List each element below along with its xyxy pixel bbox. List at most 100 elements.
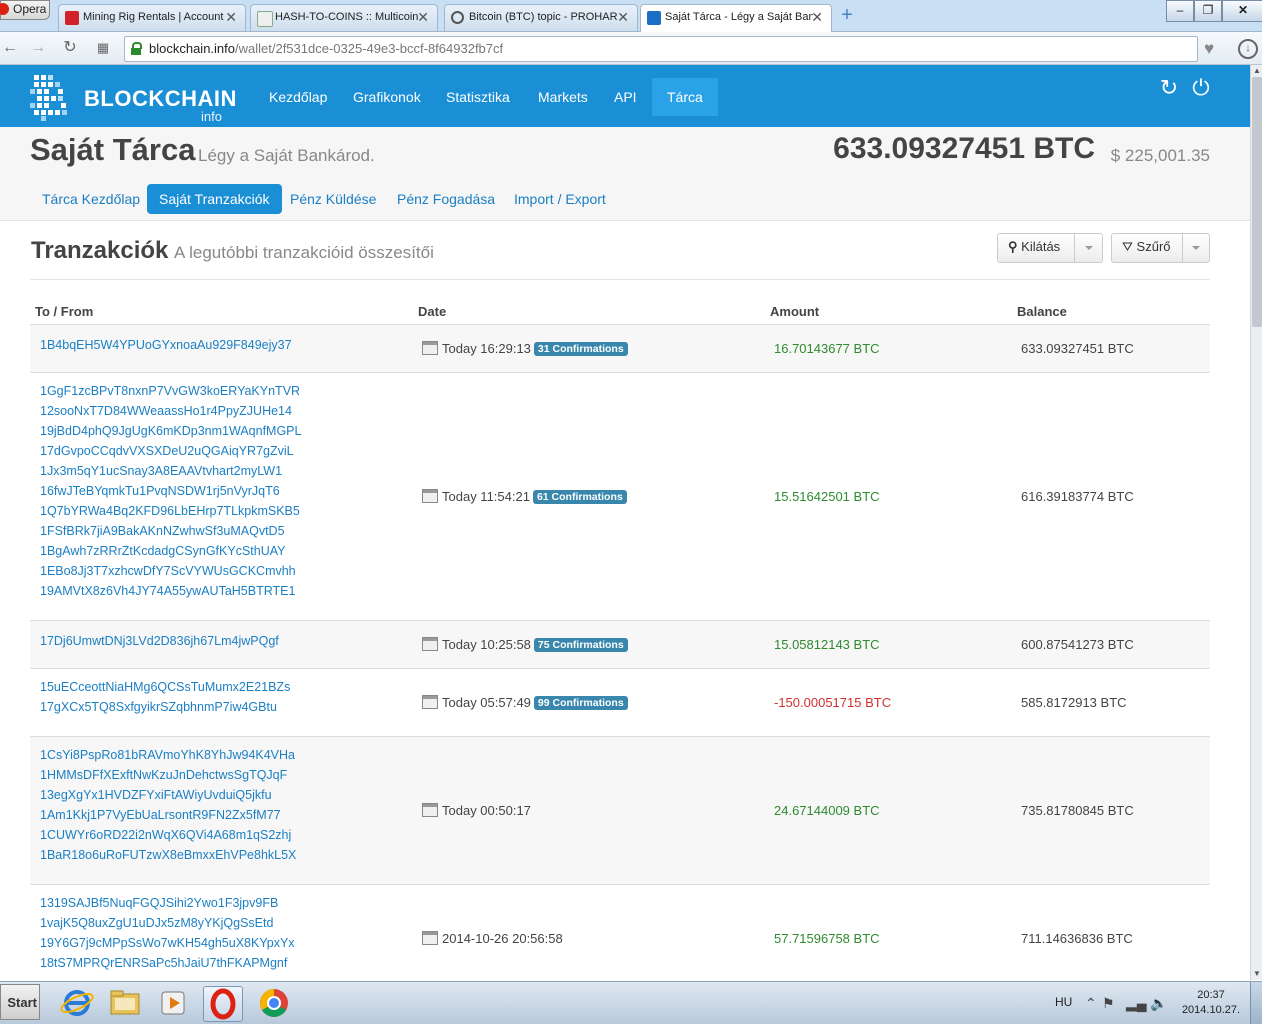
nav-markets[interactable]: Markets bbox=[538, 78, 588, 116]
amount-cell: 16.70143677 BTC bbox=[774, 341, 880, 356]
magnifier-icon: ⚲ bbox=[1008, 239, 1018, 254]
address-link[interactable]: 16fwJTeBYqmkTu1PvqNSDW1rj5nVyrJqT6 bbox=[40, 481, 301, 501]
address-link[interactable]: 1vajK5Q8uxZgU1uDJx5zM8yYKjQgSsEtd bbox=[40, 913, 295, 933]
address-link[interactable]: 13egXgYx1HVDZFYxiFtAWiyUvduiQ5jkfu bbox=[40, 785, 296, 805]
url-field[interactable]: blockchain.info/wallet/2f531dce-0325-49e… bbox=[124, 36, 1198, 62]
back-arrow-icon[interactable]: ← bbox=[0, 39, 20, 57]
browser-tab-bar: Opera Mining Rig Rentals | Account ✕ HAS… bbox=[0, 0, 1262, 32]
address-link[interactable]: 12sooNxT7D84WWeaassHo1r4PpyZJUHe14 bbox=[40, 401, 301, 421]
restore-icon[interactable]: ❐ bbox=[1194, 0, 1222, 22]
power-logout-icon[interactable]: ⏻ bbox=[1190, 77, 1212, 99]
address-link[interactable]: 1GgF1zcBPvT8nxnP7VvGW3koERYaKYnTVR bbox=[40, 381, 301, 401]
show-desktop-button[interactable] bbox=[1250, 982, 1262, 1024]
address-link[interactable]: 1BgAwh7zRRrZtKcdadgCSynGfKYcSthUAY bbox=[40, 541, 301, 561]
subnav-tarca-kezdolap[interactable]: Tárca Kezdőlap bbox=[42, 184, 140, 214]
scroll-up-icon[interactable]: ▲ bbox=[1251, 66, 1262, 76]
volume-speaker-icon[interactable]: 🔈 bbox=[1150, 995, 1167, 1012]
address-link[interactable]: 19jBdD4phQ9JgUgK6mKDp3nm1WAqnfMGPL bbox=[40, 421, 301, 441]
scroll-down-icon[interactable]: ▼ bbox=[1251, 969, 1262, 979]
blockchain-b-logo-icon bbox=[30, 75, 67, 121]
tab-label: Saját Tárca - Légy a Saját Bankárod bbox=[665, 11, 813, 23]
amount-cell: 24.67144009 BTC bbox=[774, 803, 880, 818]
view-button[interactable]: ⚲ Kilátás bbox=[998, 234, 1075, 262]
scrollbar-thumb[interactable] bbox=[1252, 77, 1262, 327]
view-dropdown[interactable]: ⚲ Kilátás bbox=[997, 233, 1103, 263]
nav-grafikonok[interactable]: Grafikonok bbox=[353, 78, 421, 116]
filter-button[interactable]: ⛛ Szűrő bbox=[1112, 234, 1183, 262]
to-from-cell: 1CsYi8PspRo81bRAVmoYhK8YhJw94K4VHa 1HMMsD… bbox=[40, 745, 296, 865]
balance-cell: 616.39183774 BTC bbox=[1021, 489, 1134, 504]
browser-tab-bitcoin-topic[interactable]: Bitcoin (BTC) topic - PROHARDVER ✕ bbox=[444, 4, 638, 31]
language-indicator[interactable]: HU bbox=[1055, 995, 1072, 1009]
date-text: Today 16:29:13 bbox=[442, 341, 531, 356]
view-caret-icon[interactable] bbox=[1076, 234, 1102, 262]
opera-taskbar-icon[interactable] bbox=[203, 986, 243, 1022]
system-clock[interactable]: 20:37 2014.10.27. bbox=[1180, 988, 1242, 1018]
subnav-sajat-tranzakciok[interactable]: Saját Tranzakciók bbox=[147, 184, 282, 214]
internet-explorer-icon[interactable] bbox=[58, 986, 96, 1020]
to-from-cell: 1B4bqEH5W4YPUoGYxnoaAu929F849ejy37 bbox=[40, 335, 292, 355]
address-link[interactable]: 17gXCx5TQ8SxfgyikrSZqbhnmP7iw4GBtu bbox=[40, 697, 290, 717]
address-link[interactable]: 1CUWYr6oRD22i2nWqX6QVi4A68m1qS2zhj bbox=[40, 825, 296, 845]
nav-statisztika[interactable]: Statisztika bbox=[446, 78, 510, 116]
blockchain-logo[interactable]: BLOCKCHAIN info bbox=[30, 73, 236, 124]
close-tab-icon[interactable]: ✕ bbox=[417, 9, 429, 26]
hash-to-coins-favicon-icon bbox=[257, 11, 273, 27]
download-icon[interactable]: ↓ bbox=[1238, 39, 1258, 59]
table-row: 15uECceottNiaHMg6QCSsTuMumx2E21BZs 17gXCx… bbox=[30, 668, 1210, 737]
address-link[interactable]: 1CsYi8PspRo81bRAVmoYhK8YhJw94K4VHa bbox=[40, 745, 296, 765]
address-link[interactable]: 1HMMsDFfXExftNwKzuJnDehctwsSgTQJqF bbox=[40, 765, 296, 785]
opera-menu-button[interactable]: Opera bbox=[0, 0, 50, 20]
close-tab-icon[interactable]: ✕ bbox=[811, 9, 823, 26]
browser-tab-hash-to-coins[interactable]: HASH-TO-COINS :: Multicoin ✕ bbox=[250, 4, 438, 31]
address-link[interactable]: 1319SAJBf5NuqFGQJSihi2Ywo1F3jpv9FB bbox=[40, 893, 295, 913]
address-link[interactable]: 1FSfBRk7jiA9BakAKnNZwhwSf3uMAQvtD5 bbox=[40, 521, 301, 541]
date-cell: Today 11:54:21 61 Confirmations bbox=[422, 489, 627, 504]
address-link[interactable]: 1BaR18o6uRoFUTzwX8eBmxxEhVPe8hkL5X bbox=[40, 845, 296, 865]
start-button[interactable]: Start bbox=[0, 984, 40, 1020]
page-scrollbar[interactable]: ▲ ▼ bbox=[1250, 65, 1262, 980]
close-tab-icon[interactable]: ✕ bbox=[617, 9, 629, 26]
nav-kezdolap[interactable]: Kezdőlap bbox=[269, 78, 327, 116]
address-link[interactable]: 1Q7bYRWa4Bq2KFD96LbEHrp7TLkpkmSKB5 bbox=[40, 501, 301, 521]
to-from-cell: 15uECceottNiaHMg6QCSsTuMumx2E21BZs 17gXCx… bbox=[40, 677, 290, 717]
media-player-icon[interactable] bbox=[154, 986, 192, 1020]
address-link[interactable]: 17dGvpoCCqdvVXSXDeU2uQGAiqYR7gZviL bbox=[40, 441, 301, 461]
nav-tarca[interactable]: Tárca bbox=[652, 78, 718, 116]
subnav-penz-fogadasa[interactable]: Pénz Fogadása bbox=[397, 184, 495, 214]
address-link[interactable]: 19Y6G7j9cMPpSsWo7wKH54gh5uX8KYpxYx bbox=[40, 933, 295, 953]
address-link[interactable]: 1B4bqEH5W4YPUoGYxnoaAu929F849ejy37 bbox=[40, 335, 292, 355]
close-tab-icon[interactable]: ✕ bbox=[225, 9, 237, 26]
address-link[interactable]: 19AMVtX8z6Vh4JY74A55ywAUTaH5BTRTE1 bbox=[40, 581, 301, 601]
new-tab-icon[interactable]: + bbox=[838, 5, 856, 25]
nav-api[interactable]: API bbox=[614, 78, 637, 116]
refresh-icon[interactable]: ↻ bbox=[1158, 77, 1180, 99]
page-title: Saját Tárca bbox=[30, 132, 196, 167]
forward-arrow-icon[interactable]: → bbox=[28, 39, 48, 57]
subnav-import-export[interactable]: Import / Export bbox=[514, 184, 606, 214]
reload-icon[interactable]: ↻ bbox=[60, 39, 80, 57]
wallet-summary-bar: Saját Tárca Légy a Saját Bankárod. 633.0… bbox=[0, 127, 1250, 221]
speed-dial-grid-icon[interactable]: ▦ bbox=[93, 39, 113, 57]
subnav-penz-kuldese[interactable]: Pénz Küldése bbox=[290, 184, 376, 214]
browser-tab-mining-rig-rentals[interactable]: Mining Rig Rentals | Account ✕ bbox=[58, 4, 246, 31]
address-link[interactable]: 1Am1Kkj1P7VyEbUaLrsontR9FN2Zx5fM77 bbox=[40, 805, 296, 825]
filter-caret-icon[interactable] bbox=[1183, 234, 1209, 262]
address-link[interactable]: 18tS7MPRQrENRSaPc5hJaiU7thFKAPMgnf bbox=[40, 953, 295, 973]
address-link[interactable]: 17Dj6UmwtDNj3LVd2D836jh67Lm4jwPQgf bbox=[40, 631, 279, 651]
action-center-flag-icon[interactable]: ⚑ bbox=[1102, 995, 1115, 1012]
network-signal-icon[interactable]: ▂▄ bbox=[1126, 995, 1147, 1012]
show-hidden-icons-icon[interactable]: ⌃ bbox=[1085, 995, 1097, 1012]
filter-dropdown[interactable]: ⛛ Szűrő bbox=[1111, 233, 1210, 263]
date-cell: Today 16:29:13 31 Confirmations bbox=[422, 341, 628, 356]
browser-tab-wallet[interactable]: Saját Tárca - Légy a Saját Bankárod ✕ bbox=[640, 4, 832, 32]
minimize-icon[interactable]: – bbox=[1166, 0, 1194, 22]
chrome-icon[interactable] bbox=[255, 986, 293, 1020]
file-explorer-folder-icon[interactable] bbox=[106, 986, 144, 1020]
address-link[interactable]: 1EBo8Jj3T7xzhcwDfY7ScVYWUsGCKCmvhh bbox=[40, 561, 301, 581]
address-link[interactable]: 15uECceottNiaHMg6QCSsTuMumx2E21BZs bbox=[40, 677, 290, 697]
close-window-icon[interactable]: ✕ bbox=[1222, 0, 1262, 22]
address-link[interactable]: 1Jx3m5qY1ucSnay3A8EAAVtvhart2myLW1 bbox=[40, 461, 301, 481]
bookmark-heart-icon[interactable]: ♥ bbox=[1204, 39, 1214, 59]
date-cell: Today 00:50:17 bbox=[422, 803, 531, 818]
